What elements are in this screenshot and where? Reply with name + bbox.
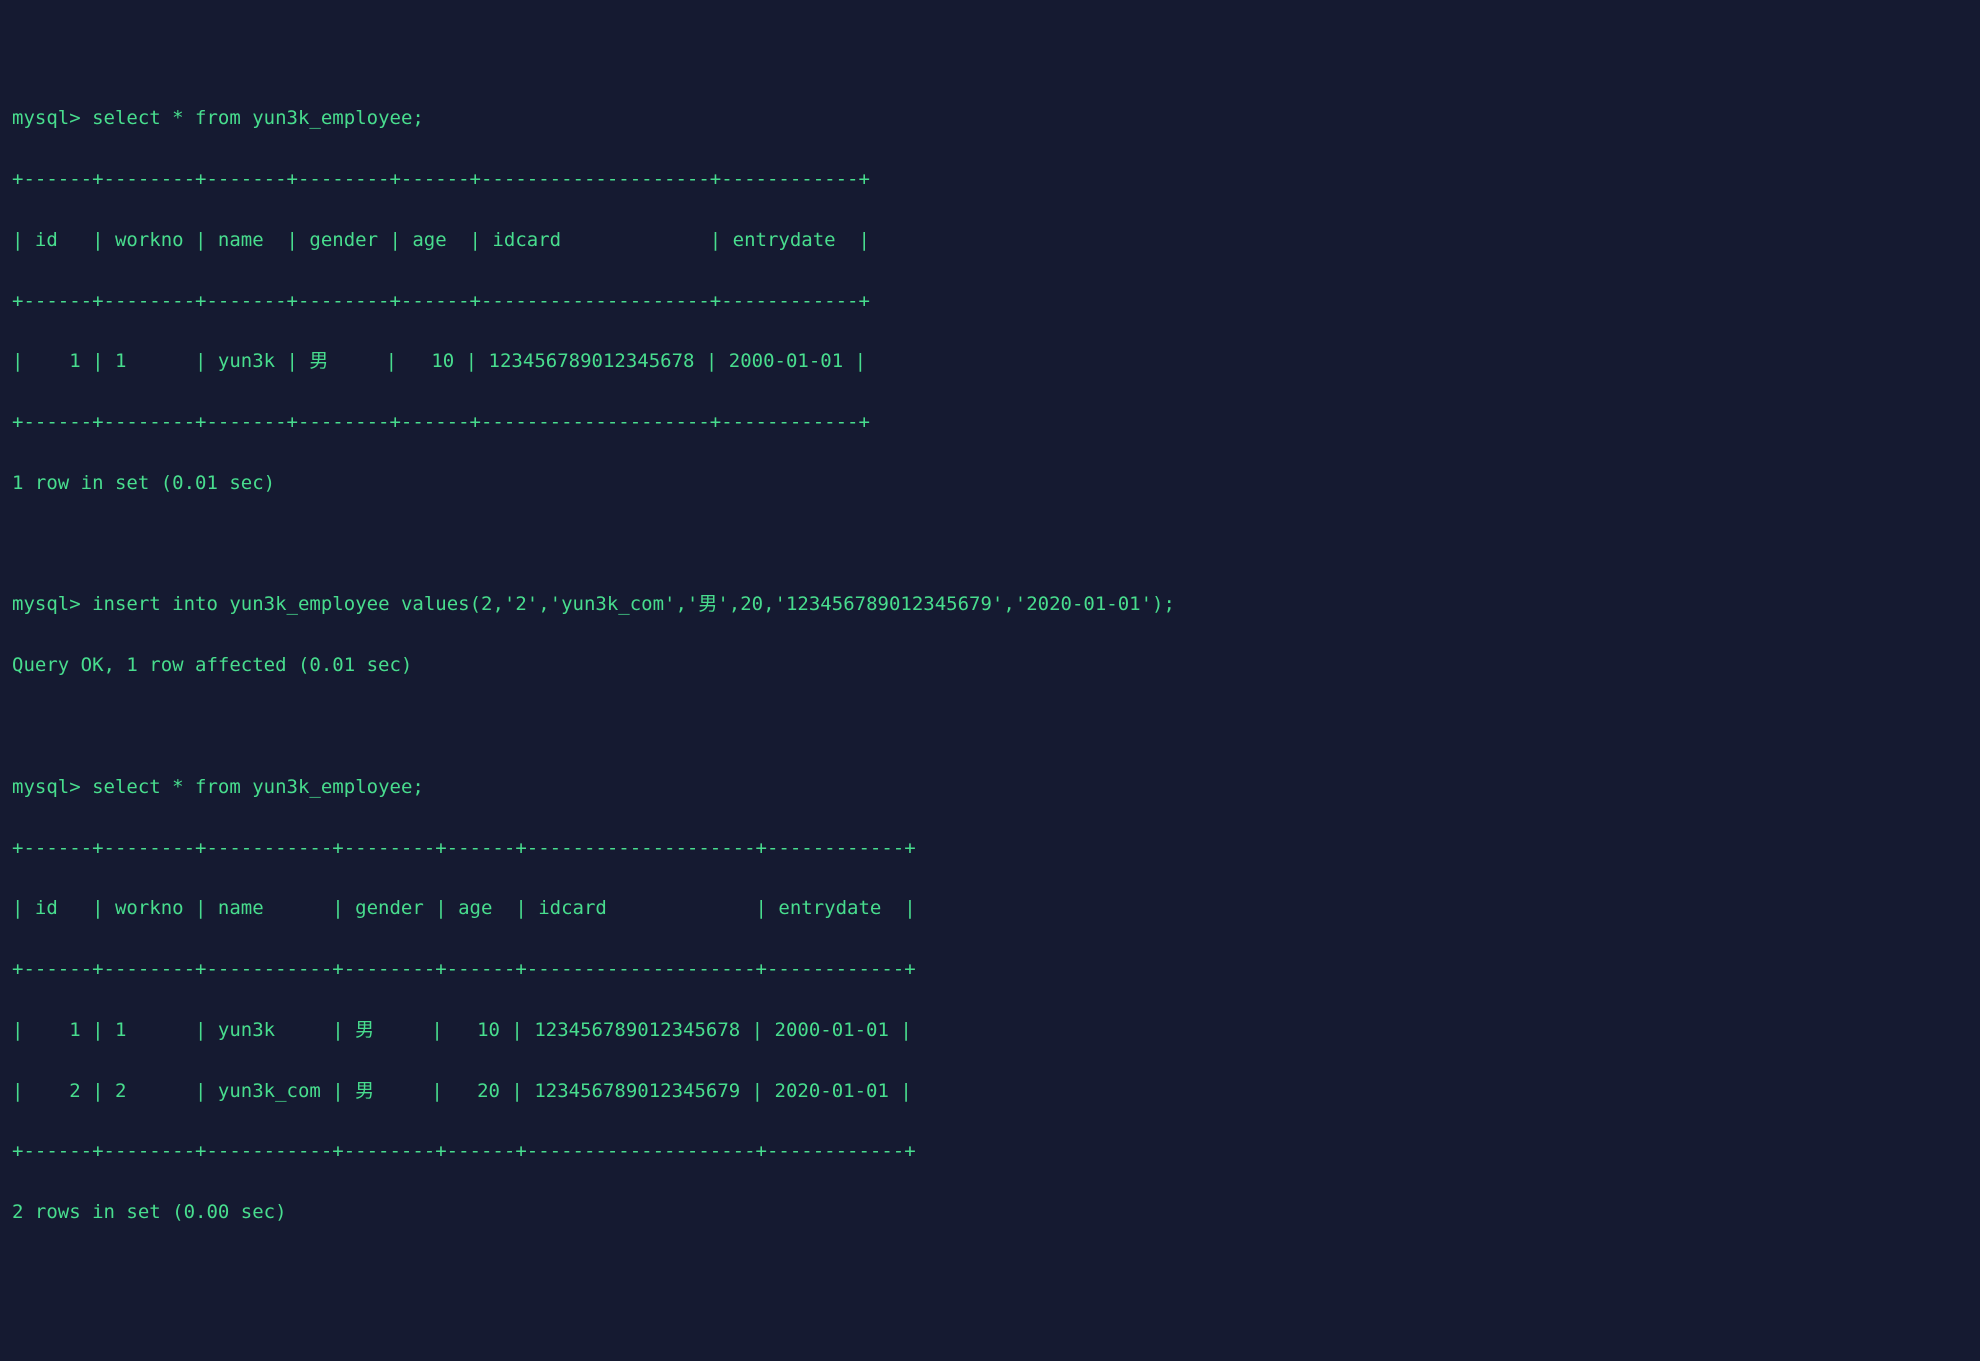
prompt-line-1[interactable]: mysql> select * from yun3k_employee;: [12, 103, 1968, 133]
prompt-line-2[interactable]: mysql> insert into yun3k_employee values…: [12, 589, 1968, 619]
table1-sep-mid: +------+--------+-------+--------+------…: [12, 286, 1968, 316]
table1-header: | id | workno | name | gender | age | id…: [12, 225, 1968, 255]
table2-sep-mid: +------+--------+-----------+--------+--…: [12, 954, 1968, 984]
mysql-prompt: mysql>: [12, 776, 81, 798]
table1-footer: 1 row in set (0.01 sec): [12, 468, 1968, 498]
sql-query-select-1: select * from yun3k_employee;: [92, 107, 424, 129]
mysql-prompt: mysql>: [12, 593, 81, 615]
mysql-prompt: mysql>: [12, 107, 81, 129]
blank-1: [12, 529, 1968, 559]
table2-row-0: | 1 | 1 | yun3k | 男 | 10 | 1234567890123…: [12, 1015, 1968, 1045]
blank-2: [12, 711, 1968, 741]
table1-sep-top: +------+--------+-------+--------+------…: [12, 164, 1968, 194]
table2-header: | id | workno | name | gender | age | id…: [12, 893, 1968, 923]
table2-sep-bot: +------+--------+-----------+--------+--…: [12, 1136, 1968, 1166]
table2-footer: 2 rows in set (0.00 sec): [12, 1197, 1968, 1227]
table2-sep-top: +------+--------+-----------+--------+--…: [12, 833, 1968, 863]
table1-sep-bot: +------+--------+-------+--------+------…: [12, 407, 1968, 437]
insert-result: Query OK, 1 row affected (0.01 sec): [12, 650, 1968, 680]
sql-query-select-2: select * from yun3k_employee;: [92, 776, 424, 798]
table1-row-0: | 1 | 1 | yun3k | 男 | 10 | 1234567890123…: [12, 346, 1968, 376]
prompt-line-3[interactable]: mysql> select * from yun3k_employee;: [12, 772, 1968, 802]
table2-row-1: | 2 | 2 | yun3k_com | 男 | 20 | 123456789…: [12, 1076, 1968, 1106]
sql-query-insert: insert into yun3k_employee values(2,'2',…: [92, 593, 1175, 615]
